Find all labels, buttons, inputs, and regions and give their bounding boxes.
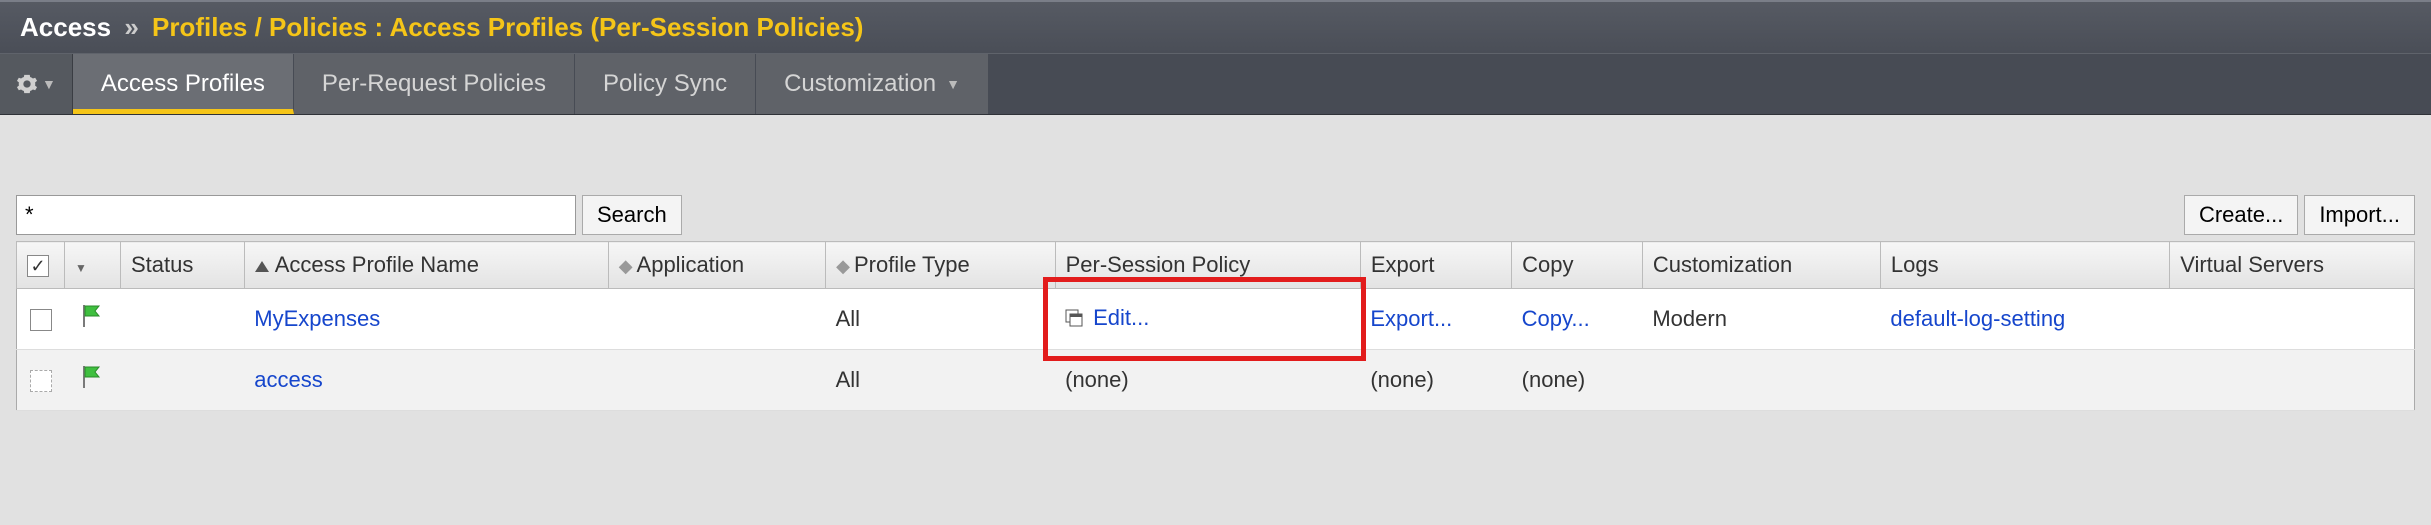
tab-per-request-policies[interactable]: Per-Request Policies xyxy=(294,54,575,114)
tab-label: Customization xyxy=(784,70,936,98)
checkbox-icon xyxy=(30,370,52,392)
column-per-session: Per-Session Policy xyxy=(1055,242,1360,289)
row-checkbox[interactable] xyxy=(17,350,65,411)
per-session-cell: Edit... xyxy=(1055,289,1360,350)
export-cell: Export... xyxy=(1360,289,1511,350)
breadcrumb-separator: » xyxy=(118,12,144,42)
name-cell: MyExpenses xyxy=(244,289,608,350)
gear-menu[interactable]: ▼ xyxy=(0,54,73,114)
breadcrumb-main: Access xyxy=(20,12,111,42)
column-label: Access Profile Name xyxy=(275,252,479,277)
tab-label: Per-Request Policies xyxy=(322,70,546,98)
column-name[interactable]: Access Profile Name xyxy=(244,242,608,289)
column-logs: Logs xyxy=(1880,242,2169,289)
export-cell: (none) xyxy=(1360,350,1511,411)
flag-icon xyxy=(80,364,106,390)
column-application[interactable]: ◆ Application xyxy=(608,242,825,289)
sort-icon: ◆ xyxy=(619,260,633,272)
sort-icon: ◆ xyxy=(836,260,850,272)
column-label: Customization xyxy=(1653,252,1792,277)
copy-cell: (none) xyxy=(1512,350,1643,411)
checkbox-icon xyxy=(27,255,49,277)
virtual-servers-cell xyxy=(2170,289,2415,350)
customization-cell: Modern xyxy=(1642,289,1880,350)
tabs-row: ▼ Access Profiles Per-Request Policies P… xyxy=(0,53,2431,115)
application-cell xyxy=(608,350,825,411)
column-label: Profile Type xyxy=(854,252,970,277)
tab-customization[interactable]: Customization ▼ xyxy=(756,54,989,114)
status-cell xyxy=(121,289,245,350)
name-cell: access xyxy=(244,350,608,411)
column-virtual-servers: Virtual Servers xyxy=(2170,242,2415,289)
status-flag-cell xyxy=(65,350,121,411)
table-row: accessAll(none)(none)(none) xyxy=(17,350,2415,411)
status-cell xyxy=(121,350,245,411)
column-label: Logs xyxy=(1891,252,1939,277)
flag-icon xyxy=(80,303,106,329)
logs-link[interactable]: default-log-setting xyxy=(1890,306,2065,331)
edit-policy-link[interactable]: Edit... xyxy=(1093,305,1149,331)
logs-cell: default-log-setting xyxy=(1880,289,2169,350)
copy-cell: Copy... xyxy=(1512,289,1643,350)
column-label: Status xyxy=(131,252,193,277)
column-status[interactable]: Status xyxy=(121,242,245,289)
virtual-servers-cell xyxy=(2170,350,2415,411)
gear-icon xyxy=(16,73,38,95)
column-profile-type[interactable]: ◆ Profile Type xyxy=(826,242,1056,289)
export-link[interactable]: Export... xyxy=(1370,306,1452,331)
toolbar: Search Create... Import... xyxy=(16,195,2415,235)
tab-access-profiles[interactable]: Access Profiles xyxy=(73,54,294,114)
column-label: Virtual Servers xyxy=(2180,252,2324,277)
status-flag-cell xyxy=(65,289,121,350)
tab-label: Access Profiles xyxy=(101,70,265,98)
tab-policy-sync[interactable]: Policy Sync xyxy=(575,54,756,114)
column-label: Per-Session Policy xyxy=(1066,252,1251,277)
logs-cell xyxy=(1880,350,2169,411)
import-button[interactable]: Import... xyxy=(2304,195,2415,235)
breadcrumb-bar: Access » Profiles / Policies : Access Pr… xyxy=(0,0,2431,53)
chevron-down-icon: ▼ xyxy=(42,76,56,92)
profile-type-cell: All xyxy=(826,350,1056,411)
content-area: Search Create... Import... ▼ Status Acce… xyxy=(0,115,2431,427)
column-export: Export xyxy=(1360,242,1511,289)
profile-name-link[interactable]: access xyxy=(254,367,322,392)
search-input[interactable] xyxy=(16,195,576,235)
row-checkbox[interactable] xyxy=(17,289,65,350)
search-button[interactable]: Search xyxy=(582,195,682,235)
chevron-down-icon: ▼ xyxy=(946,76,960,92)
tab-label: Policy Sync xyxy=(603,70,727,98)
per-session-cell: (none) xyxy=(1055,350,1360,411)
column-customization: Customization xyxy=(1642,242,1880,289)
sort-asc-icon xyxy=(255,261,269,272)
copy-link[interactable]: Copy... xyxy=(1522,306,1590,331)
create-button[interactable]: Create... xyxy=(2184,195,2298,235)
chevron-down-icon: ▼ xyxy=(75,261,87,275)
column-label: Copy xyxy=(1522,252,1573,277)
column-copy: Copy xyxy=(1512,242,1643,289)
profile-name-link[interactable]: MyExpenses xyxy=(254,306,380,331)
column-label: Export xyxy=(1371,252,1435,277)
window-icon xyxy=(1065,309,1083,327)
column-status-filter[interactable]: ▼ xyxy=(65,242,121,289)
checkbox-icon xyxy=(30,309,52,331)
breadcrumb-sub: Profiles / Policies : Access Profiles (P… xyxy=(152,12,863,42)
application-cell xyxy=(608,289,825,350)
profile-type-cell: All xyxy=(826,289,1056,350)
customization-cell xyxy=(1642,350,1880,411)
column-select-all[interactable] xyxy=(17,242,65,289)
profiles-table: ▼ Status Access Profile Name ◆ Applicatio… xyxy=(16,241,2415,411)
table-row: MyExpenses All Edit... Export... Copy... Mode… xyxy=(17,289,2415,350)
column-label: Application xyxy=(637,252,745,277)
